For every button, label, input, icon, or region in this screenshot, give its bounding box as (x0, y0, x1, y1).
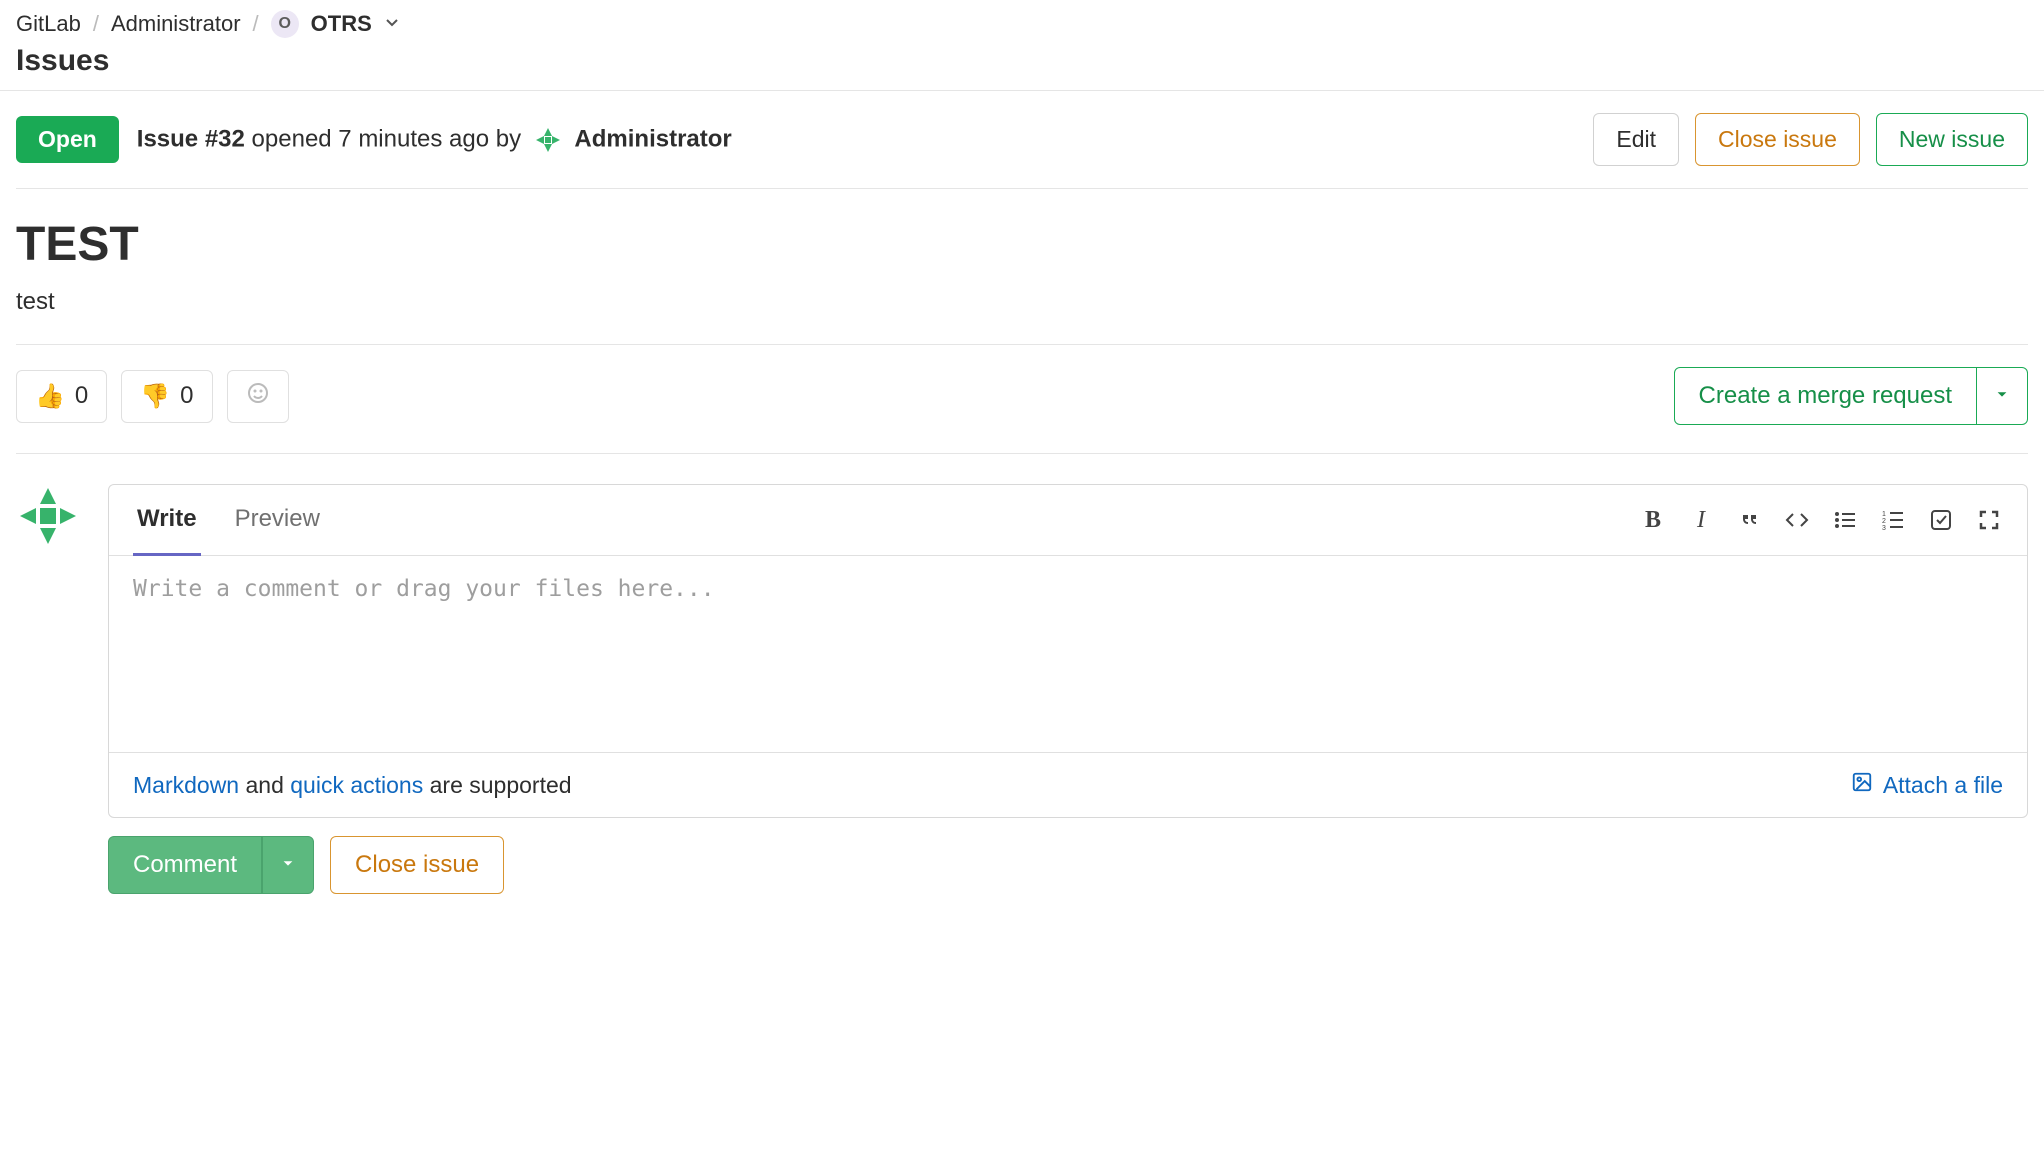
add-reaction-button[interactable] (227, 370, 289, 423)
quote-icon[interactable] (1735, 506, 1763, 534)
image-icon (1851, 771, 1873, 799)
chevron-down-icon[interactable] (384, 14, 400, 35)
svg-text:3: 3 (1882, 525, 1886, 532)
close-issue-button-bottom[interactable]: Close issue (330, 836, 504, 894)
breadcrumb: GitLab / Administrator / O OTRS (16, 0, 2028, 42)
issue-author[interactable]: Administrator (574, 125, 731, 152)
issue-opened-text: opened 7 minutes ago by (252, 125, 522, 152)
breadcrumb-separator: / (253, 11, 259, 37)
thumbs-down-icon: 👎 (140, 382, 170, 411)
edit-button[interactable]: Edit (1593, 113, 1679, 166)
task-list-icon[interactable] (1927, 506, 1955, 534)
create-merge-request-button[interactable]: Create a merge request (1674, 367, 1977, 425)
breadcrumb-separator: / (93, 11, 99, 37)
comment-help-text: Markdown and quick actions are supported (133, 772, 572, 799)
quick-actions-link[interactable]: quick actions (290, 772, 423, 798)
issue-description: test (16, 288, 2028, 344)
author-avatar[interactable] (532, 124, 564, 156)
comment-button[interactable]: Comment (108, 836, 262, 894)
tab-preview[interactable]: Preview (231, 485, 324, 556)
project-avatar: O (271, 10, 299, 38)
issue-title: TEST (16, 189, 2028, 288)
status-badge: Open (16, 116, 119, 163)
bullet-list-icon[interactable] (1831, 506, 1859, 534)
thumbs-up-icon: 👍 (35, 382, 65, 411)
fullscreen-icon[interactable] (1975, 506, 2003, 534)
issue-meta: Issue #32 opened 7 minutes ago by Admini… (137, 124, 732, 156)
issue-ref: Issue #32 (137, 125, 245, 152)
comment-dropdown[interactable] (262, 836, 314, 894)
attach-file-button[interactable]: Attach a file (1851, 771, 2003, 799)
editor-toolbar: B I 123 (1639, 506, 2003, 534)
close-issue-button[interactable]: Close issue (1695, 113, 1860, 166)
breadcrumb-group[interactable]: Administrator (111, 11, 241, 37)
comment-input[interactable] (109, 556, 2027, 746)
comment-box: Write Preview B I 123 (108, 484, 2028, 818)
thumbs-up-button[interactable]: 👍 0 (16, 370, 107, 423)
italic-icon[interactable]: I (1687, 506, 1715, 534)
thumbs-up-count: 0 (75, 382, 88, 410)
svg-text:2: 2 (1882, 518, 1886, 525)
smiley-icon (246, 381, 270, 412)
new-issue-button[interactable]: New issue (1876, 113, 2028, 166)
merge-request-dropdown[interactable] (1977, 367, 2028, 425)
bold-icon[interactable]: B (1639, 506, 1667, 534)
page-title: Issues (16, 42, 2028, 90)
svg-text:1: 1 (1882, 511, 1886, 518)
breadcrumb-root[interactable]: GitLab (16, 11, 81, 37)
code-icon[interactable] (1783, 506, 1811, 534)
thumbs-down-count: 0 (180, 382, 193, 410)
markdown-link[interactable]: Markdown (133, 772, 239, 798)
tab-write[interactable]: Write (133, 485, 201, 556)
numbered-list-icon[interactable]: 123 (1879, 506, 1907, 534)
attach-file-label: Attach a file (1883, 772, 2003, 799)
breadcrumb-project[interactable]: OTRS (311, 11, 372, 37)
thumbs-down-button[interactable]: 👎 0 (121, 370, 212, 423)
current-user-avatar (16, 484, 80, 554)
